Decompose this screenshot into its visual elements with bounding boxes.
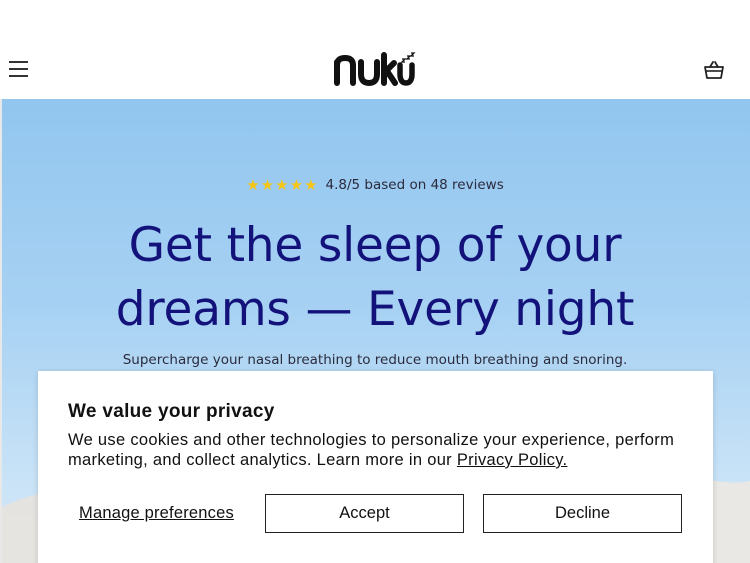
hamburger-icon[interactable] <box>9 60 28 78</box>
rating-summary: ★ ★ ★ ★ ★ 4.8/5 based on 48 reviews <box>0 176 750 194</box>
basket-icon[interactable] <box>703 59 725 81</box>
privacy-policy-link[interactable]: Privacy Policy. <box>457 451 568 469</box>
cookie-body-text: We use cookies and other technologies to… <box>68 431 675 469</box>
headline-line-2: dreams — Every night <box>115 282 635 337</box>
cookie-title: We value your privacy <box>68 401 275 422</box>
divider <box>0 99 2 563</box>
headline-line-1: Get the sleep of your <box>128 218 622 273</box>
rating-stars: ★ ★ ★ ★ ★ <box>246 176 317 194</box>
decline-button[interactable]: Decline <box>483 494 682 533</box>
star-icon: ★ <box>304 176 318 194</box>
star-icon: ★ <box>275 176 289 194</box>
brand-logo[interactable] <box>333 50 417 90</box>
star-icon: ★ <box>260 176 275 194</box>
star-icon: ★ <box>289 176 304 194</box>
rating-text: 4.8/5 based on 48 reviews <box>325 177 504 193</box>
manage-preferences-link[interactable]: Manage preferences <box>79 504 234 523</box>
hero-headline: Get the sleep of your dreams — Every nig… <box>0 214 750 342</box>
cookie-consent-banner: We value your privacy We use cookies and… <box>38 371 713 563</box>
cookie-body: We use cookies and other technologies to… <box>68 430 688 470</box>
site-header <box>0 0 750 99</box>
star-icon: ★ <box>246 176 260 194</box>
hero-subline: Supercharge your nasal breathing to redu… <box>122 352 628 368</box>
accept-button[interactable]: Accept <box>265 494 464 533</box>
